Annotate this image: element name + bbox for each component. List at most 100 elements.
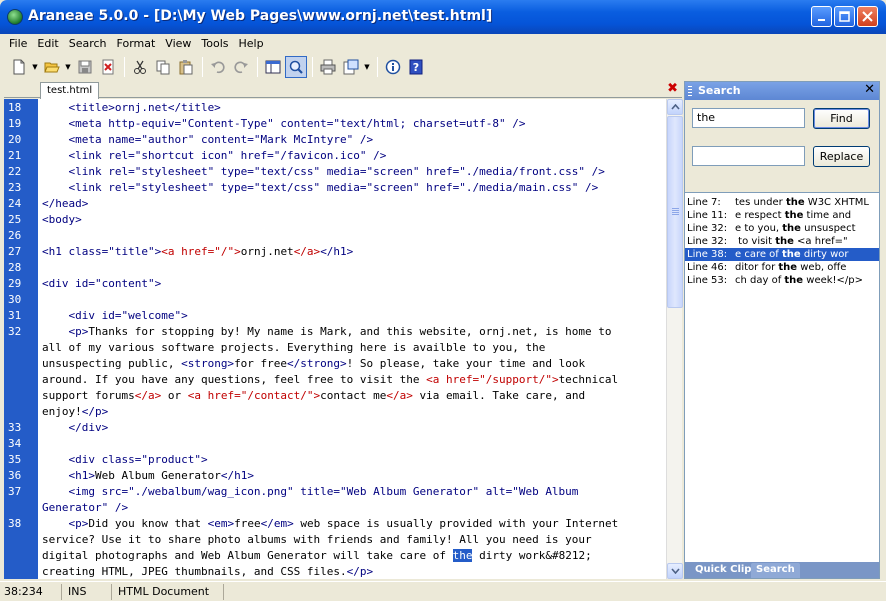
maximize-button[interactable] <box>834 6 855 27</box>
close-icon <box>862 11 873 22</box>
code-line: support forums</a> or <a href="/contact/… <box>42 389 586 402</box>
code-line: unsuspecting public, <strong>for free</s… <box>42 357 586 370</box>
search-result-item[interactable]: Line 11: e respect the time and <box>685 209 879 222</box>
line-number <box>4 372 38 388</box>
redo-button[interactable] <box>230 56 252 78</box>
line-number: 21 <box>8 149 22 162</box>
code-line: <p>Did you know that <em>free</em> web s… <box>42 517 619 530</box>
code-line: <div id="content"> <box>42 277 162 290</box>
copy-button[interactable] <box>152 56 174 78</box>
search-panel: Search ✕ the Find Replace Line 7: tes und… <box>684 81 880 579</box>
close-tab-icon[interactable]: ✖ <box>667 82 678 95</box>
drag-grip-icon[interactable] <box>688 86 692 96</box>
find-button[interactable]: Find <box>813 108 870 129</box>
find-input[interactable]: the <box>692 108 805 128</box>
open-dropdown[interactable]: ▼ <box>64 56 72 78</box>
title-bar: Araneae 5.0.0 - [D:\My Web Pages\www.orn… <box>0 0 886 34</box>
code-line: <link rel="stylesheet" type="text/css" m… <box>42 165 605 178</box>
code-line: digital photographs and Web Album Genera… <box>42 549 592 562</box>
app-icon <box>7 9 23 25</box>
line-number: 24 <box>8 197 22 210</box>
code-line: all of my various software projects. Eve… <box>42 341 546 354</box>
document-tab[interactable]: test.html <box>40 82 100 99</box>
toggle-panel-button[interactable] <box>262 56 284 78</box>
menu-view[interactable]: View <box>160 37 196 50</box>
redo-icon <box>234 61 248 74</box>
undo-button[interactable] <box>207 56 229 78</box>
maximize-icon <box>839 11 850 22</box>
menu-help[interactable]: Help <box>234 37 269 50</box>
line-number: 31 <box>8 309 22 322</box>
panel-tabs: Quick Clips Search <box>685 562 879 578</box>
window-title: Araneae 5.0.0 - [D:\My Web Pages\www.orn… <box>28 8 493 24</box>
scroll-up-button[interactable] <box>667 99 683 115</box>
close-file-button[interactable] <box>97 56 119 78</box>
menu-format[interactable]: Format <box>112 37 161 50</box>
tab-search[interactable]: Search <box>751 563 800 578</box>
line-number: 19 <box>8 117 22 130</box>
scroll-thumb[interactable] <box>667 116 683 308</box>
new-file-icon <box>13 59 25 75</box>
close-button[interactable] <box>857 6 878 27</box>
search-result-item[interactable]: Line 32: to visit the <a href=" <box>685 235 879 248</box>
panel-layout-icon <box>265 60 281 74</box>
open-button[interactable] <box>41 56 63 78</box>
menu-tools[interactable]: Tools <box>196 37 233 50</box>
info-button[interactable] <box>382 56 404 78</box>
scroll-down-button[interactable] <box>667 563 683 579</box>
line-number <box>4 500 38 516</box>
search-panel-header: Search ✕ <box>685 82 879 100</box>
search-result-item[interactable]: Line 38: e care of the dirty wor <box>685 248 879 261</box>
menu-edit[interactable]: Edit <box>32 37 63 50</box>
help-button[interactable]: ? <box>405 56 427 78</box>
line-number <box>4 532 38 548</box>
code-line: enjoy!</p> <box>42 405 109 418</box>
chevron-down-icon <box>670 568 680 574</box>
cut-button[interactable] <box>129 56 151 78</box>
preview-dropdown[interactable]: ▼ <box>363 56 371 78</box>
replace-button[interactable]: Replace <box>813 146 870 167</box>
search-result-item[interactable]: Line 32: e to you, the unsuspect <box>685 222 879 235</box>
scissors-icon <box>134 60 146 74</box>
search-panel-button[interactable] <box>285 56 307 78</box>
code-line: Generator" /> <box>42 501 129 514</box>
close-panel-icon[interactable]: ✕ <box>864 82 875 97</box>
search-result-item[interactable]: Line 7: tes under the W3C XHTML <box>685 196 879 209</box>
new-file-button[interactable] <box>8 56 30 78</box>
chevron-up-icon <box>670 104 680 110</box>
document-type: HTML Document <box>114 583 224 600</box>
print-button[interactable] <box>317 56 339 78</box>
vertical-scrollbar[interactable] <box>666 99 683 579</box>
paste-button[interactable] <box>175 56 197 78</box>
panel-title: Search <box>698 84 741 97</box>
preview-button[interactable] <box>340 56 362 78</box>
code-line: <body> <box>42 213 82 226</box>
line-number <box>4 340 38 356</box>
code-line: <meta name="author" content="Mark McInty… <box>42 133 374 146</box>
copy-icon <box>156 60 170 75</box>
code-line: <link rel="shortcut icon" href="/favicon… <box>42 149 387 162</box>
search-result-item[interactable]: Line 46: ditor for the web, offe <box>685 261 879 274</box>
code-editor[interactable]: <title>ornj.net</title> <meta http-equiv… <box>38 99 666 579</box>
save-button[interactable] <box>74 56 96 78</box>
search-form: the Find Replace Line 7: tes under the W3… <box>685 100 879 562</box>
line-number: 34 <box>8 437 22 450</box>
undo-icon <box>211 61 225 74</box>
line-number <box>4 548 38 564</box>
line-number: 35 <box>8 453 22 466</box>
menu-search[interactable]: Search <box>64 37 112 50</box>
code-line: <h1>Web Album Generator</h1> <box>42 469 254 482</box>
toolbar-separator <box>312 57 313 77</box>
line-number: 26 <box>8 229 22 242</box>
svg-text:?: ? <box>413 61 419 74</box>
menu-bar: File Edit Search Format View Tools Help <box>4 34 882 53</box>
line-number: 29 <box>8 277 22 290</box>
minimize-button[interactable] <box>811 6 832 27</box>
code-line: </head> <box>42 197 89 210</box>
replace-input[interactable] <box>692 146 805 166</box>
new-file-dropdown[interactable]: ▼ <box>31 56 39 78</box>
save-icon <box>78 60 92 74</box>
document-tab-strip: test.html ✖ <box>4 81 682 99</box>
search-result-item[interactable]: Line 53: ch day of the week!</p> <box>685 274 879 287</box>
menu-file[interactable]: File <box>4 37 32 50</box>
